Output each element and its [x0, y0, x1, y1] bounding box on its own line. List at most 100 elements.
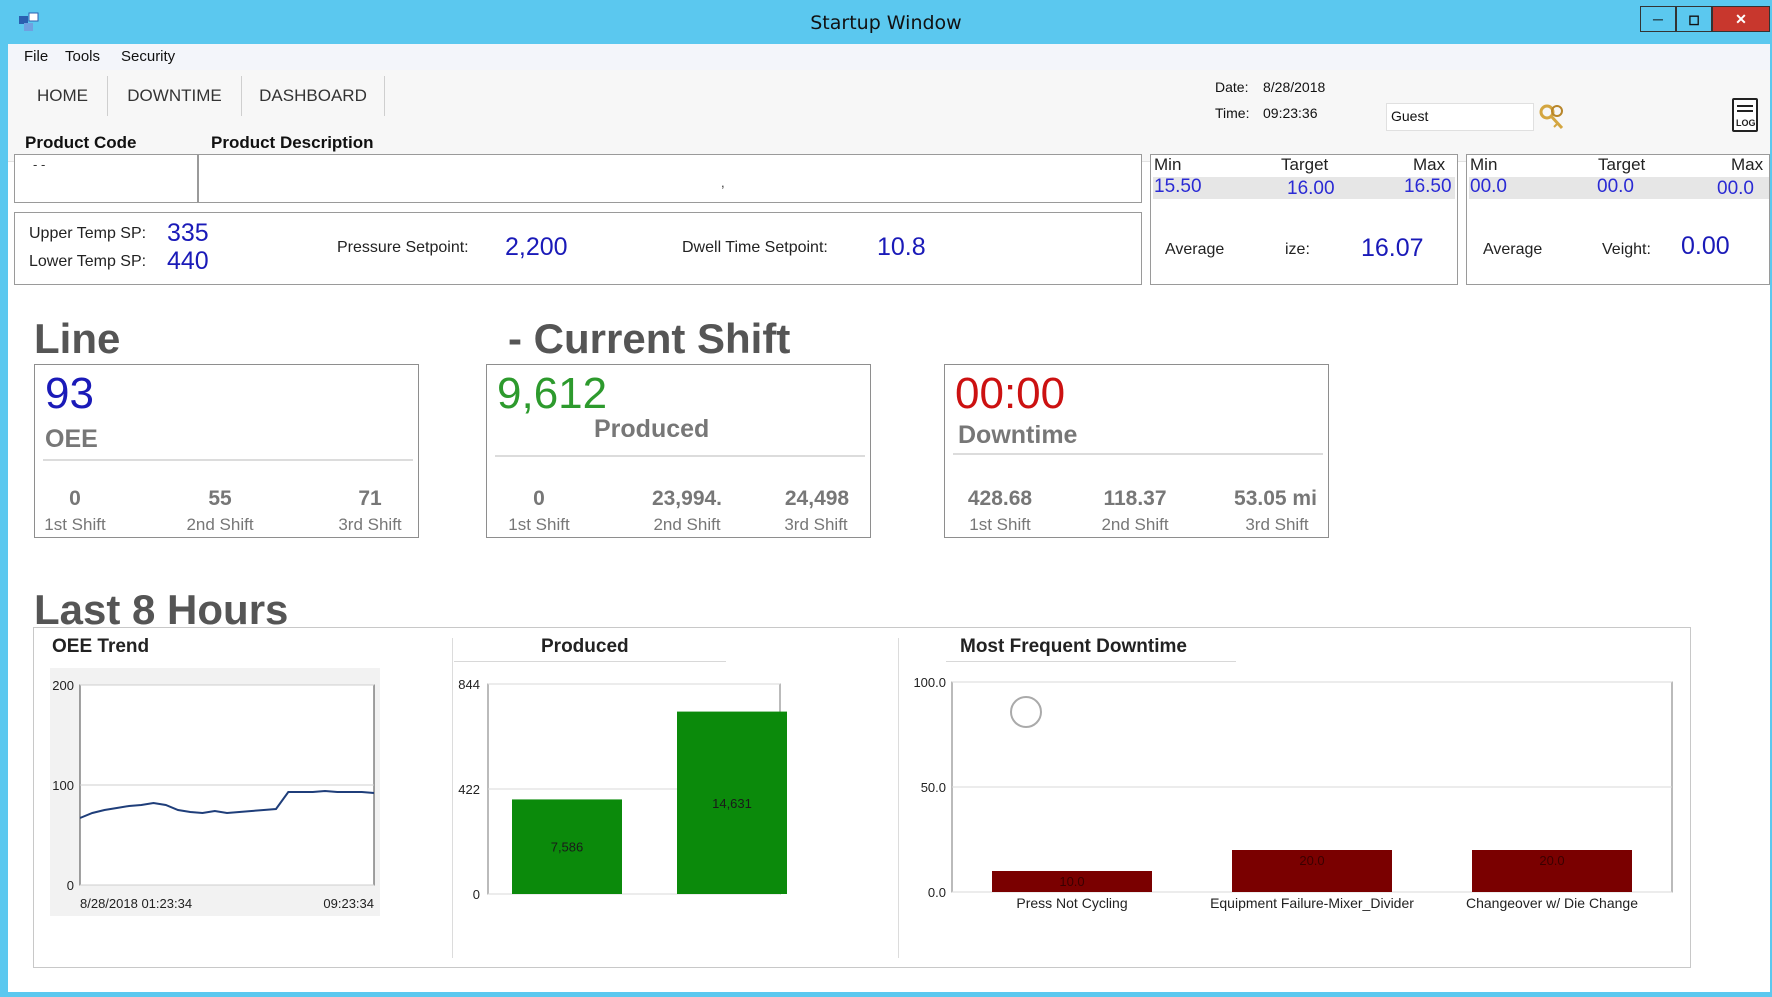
downtime-shift3-label: 3rd Shift [1245, 515, 1309, 534]
oee-trend-title: OEE Trend [52, 636, 150, 657]
window-title: Startup Window [810, 12, 962, 34]
upper-temp-label: Upper Temp SP: [29, 225, 147, 242]
oee-label: OEE [45, 425, 98, 453]
keys-icon[interactable] [1538, 103, 1568, 133]
downtime-card: 00:00 Downtime 428.68 118.37 53.05 mi 1s… [944, 364, 1329, 538]
downtime-shift1-label: 1st Shift [969, 515, 1031, 534]
menu-bar: File Tools Security [8, 44, 1770, 70]
oee-x-label-end: 09:23:34 [323, 896, 374, 911]
tab-dashboard[interactable]: DASHBOARD [242, 76, 385, 116]
oee-y-tick-label: 0 [67, 878, 74, 893]
menu-tools[interactable]: Tools [65, 48, 100, 65]
downtime-divider [953, 453, 1323, 455]
minimize-icon: ─ [1653, 11, 1663, 27]
oee-shift1-label: 1st Shift [44, 515, 106, 534]
upper-temp-value: 335 [167, 219, 209, 247]
weight-average-label: Average [1483, 241, 1543, 258]
size-target-label: Target [1281, 155, 1329, 174]
oee-trend-chart: 200 100 0 8/28/2018 01:23:34 09:23:34 [50, 668, 380, 916]
downtime-bar-label: 20.0 [1299, 853, 1324, 868]
size-min-value: 15.50 [1154, 176, 1202, 197]
weight-max-value: 00.0 [1717, 178, 1754, 199]
weight-metric-label: Veight: [1602, 241, 1651, 258]
lower-temp-value: 440 [167, 247, 209, 275]
time-label: Time: [1215, 105, 1250, 121]
log-file-icon[interactable]: LOG [1732, 98, 1758, 132]
dwell-time-value: 10.8 [877, 233, 926, 261]
downtime-y-tick-label: 50.0 [921, 780, 946, 795]
client-area: File Tools Security HOME DOWNTIME DASHBO… [8, 44, 1770, 992]
produced-value: 9,612 [497, 369, 608, 418]
produced-bar-label: 14,631 [712, 796, 752, 811]
produced-shift1-value: 0 [533, 487, 545, 510]
weight-average-value: 0.00 [1681, 232, 1730, 260]
produced-title-underline [454, 661, 726, 662]
product-code-value: - - [33, 157, 46, 172]
oee-x-label-start: 8/28/2018 01:23:34 [80, 896, 192, 911]
date-value: 8/28/2018 [1263, 79, 1326, 95]
weight-spec-panel: Min Target Max 00.0 00.0 00.0 Average Ve… [1466, 154, 1770, 285]
minimize-button[interactable]: ─ [1640, 6, 1676, 32]
current-shift-title: - Current Shift [508, 315, 791, 362]
line-title: Line [34, 315, 121, 362]
log-label: LOG [1736, 118, 1756, 128]
size-average-label: Average [1165, 241, 1225, 258]
weight-min-label: Min [1470, 155, 1498, 174]
produced-y-tick-label: 8,422 [458, 782, 480, 797]
dwell-time-label: Dwell Time Setpoint: [682, 239, 828, 256]
date-label: Date: [1215, 79, 1249, 95]
close-button[interactable]: ✕ [1712, 6, 1770, 32]
size-min-label: Min [1154, 155, 1182, 174]
chart-separator-2 [898, 638, 899, 958]
downtime-y-tick-label: 0.0 [928, 885, 946, 900]
tab-downtime[interactable]: DOWNTIME [108, 76, 242, 116]
maximize-icon: ◻ [1688, 10, 1700, 27]
produced-card: 9,612 Produced 0 23,994. 24,498 1st Shif… [486, 364, 871, 538]
downtime-bar-label: 10.0 [1059, 874, 1084, 889]
oee-shift3-value: 71 [358, 487, 382, 510]
menu-file[interactable]: File [24, 48, 48, 65]
lower-temp-label: Lower Temp SP: [29, 253, 147, 270]
oee-shift2-label: 2nd Shift [186, 515, 254, 534]
downtime-chart-title: Most Frequent Downtime [960, 636, 1187, 657]
produced-shift2-value: 23,994. [651, 487, 723, 510]
downtime-title-underline [946, 661, 1236, 662]
maximize-button[interactable]: ◻ [1676, 6, 1712, 32]
product-description-field[interactable]: , [198, 154, 1142, 203]
downtime-category-label: Press Not Cycling [1016, 895, 1127, 911]
size-average-value: 16.07 [1361, 234, 1424, 262]
downtime-shift2-label: 2nd Shift [1101, 515, 1169, 534]
size-max-label: Max [1413, 155, 1446, 174]
size-metric-label: ize: [1285, 241, 1310, 258]
downtime-value: 00:00 [955, 369, 1066, 418]
size-target-value: 16.00 [1287, 178, 1335, 199]
user-field[interactable]: Guest [1386, 103, 1534, 131]
product-description-label: Product Description [211, 133, 374, 152]
oee-shift2-value: 55 [208, 487, 232, 510]
produced-shift1-label: 1st Shift [508, 515, 570, 534]
pressure-setpoint-value: 2,200 [505, 233, 568, 261]
downtime-category-label: Equipment Failure-Mixer_Divider [1210, 895, 1414, 911]
product-code-field[interactable]: - - [14, 154, 198, 203]
produced-shift2-label: 2nd Shift [653, 515, 721, 534]
title-bar[interactable]: Startup Window ─ ◻ ✕ [0, 0, 1772, 44]
menu-security[interactable]: Security [121, 48, 175, 65]
produced-chart: 16,844 8,422 0 7,586 14,631 [458, 677, 787, 902]
product-code-label: Product Code [25, 133, 137, 152]
oee-y-tick-label: 100 [52, 778, 74, 793]
time-value: 09:23:36 [1263, 105, 1318, 121]
size-spec-panel: Min Target Max 15.50 16.00 16.50 Average… [1150, 154, 1458, 285]
close-icon: ✕ [1735, 10, 1747, 27]
downtime-chart: 100.0 50.0 0.0 10.0 Press Not Cycling 20.0 Equ… [913, 675, 1673, 911]
downtime-shift1-value: 428.68 [967, 487, 1033, 510]
product-description-value: , [721, 175, 725, 190]
oee-card: 93 OEE 0 55 71 1st Shift 2nd Shift 3rd S… [34, 364, 419, 538]
tab-home[interactable]: HOME [18, 76, 108, 116]
oee-divider [43, 459, 413, 461]
application-window: Startup Window ─ ◻ ✕ File Tools Security… [0, 0, 1772, 997]
produced-y-tick-label: 0 [473, 887, 480, 902]
weight-min-value: 00.0 [1470, 176, 1507, 197]
produced-shift3-label: 3rd Shift [784, 515, 848, 534]
downtime-label: Downtime [958, 421, 1078, 449]
weight-target-value: 00.0 [1597, 176, 1634, 197]
